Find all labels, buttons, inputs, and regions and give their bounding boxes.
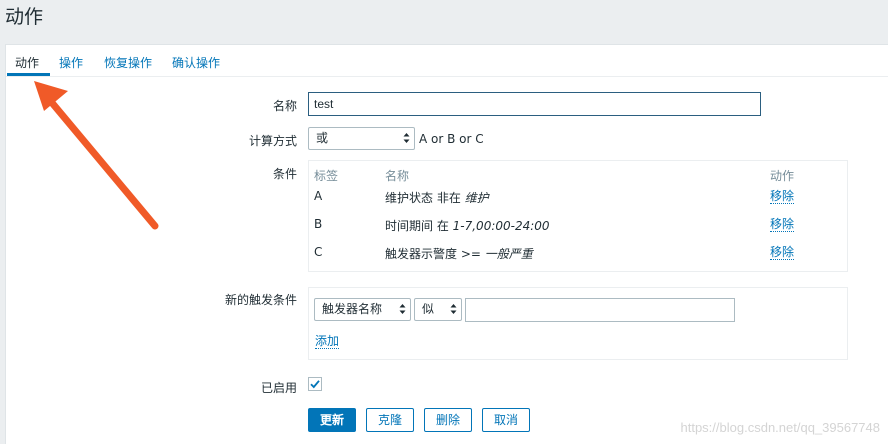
update-button[interactable]: 更新 <box>308 408 356 432</box>
calculation-select[interactable]: 或 <box>308 127 415 150</box>
conditions-label: 条件 <box>272 167 297 181</box>
condition-name-a: 维护状态 非在 维护 <box>385 191 489 205</box>
condition-value-input[interactable] <box>465 298 735 322</box>
clone-button[interactable]: 克隆 <box>366 408 414 432</box>
enabled-label: 已启用 <box>260 381 297 395</box>
new-condition-label: 新的触发条件 <box>224 293 297 307</box>
remove-condition-c-link[interactable]: 移除 <box>770 245 795 260</box>
condition-name-b: 时间期间 在 1-7,00:00-24:00 <box>385 219 550 233</box>
enabled-checkbox[interactable] <box>308 377 322 391</box>
name-label: 名称 <box>272 99 297 113</box>
conditions-table: 标签 名称 动作 A 维护状态 非在 维护 移除 B 时间期间 在 1-7,00… <box>308 160 848 272</box>
remove-condition-a-link[interactable]: 移除 <box>770 189 795 204</box>
condition-tag-a: A <box>314 189 323 203</box>
calculation-label: 计算方式 <box>248 134 297 148</box>
tab-action[interactable]: 动作 <box>15 54 39 71</box>
column-header-name: 名称 <box>385 169 410 183</box>
select-arrows-icon <box>399 304 406 314</box>
active-tab-indicator <box>7 73 50 76</box>
tab-recovery-operations[interactable]: 恢复操作 <box>104 54 152 71</box>
column-header-tag: 标签 <box>314 169 339 183</box>
condition-name-c: 触发器示警度 >= 一般严重 <box>385 247 533 261</box>
calculation-select-value: 或 <box>316 131 329 145</box>
tab-bar: 动作 操作 恢复操作 确认操作 <box>6 45 888 77</box>
watermark: https://blog.csdn.net/qq_39567748 <box>680 420 881 435</box>
tab-operations[interactable]: 操作 <box>59 54 83 71</box>
condition-type-value: 触发器名称 <box>322 302 383 316</box>
delete-button[interactable]: 删除 <box>424 408 472 432</box>
condition-tag-b: B <box>314 217 323 231</box>
condition-tag-c: C <box>314 245 323 259</box>
checkmark-icon <box>310 380 320 389</box>
cancel-button[interactable]: 取消 <box>482 408 530 432</box>
condition-type-select[interactable]: 触发器名称 <box>314 298 411 321</box>
column-header-action: 动作 <box>770 169 795 183</box>
remove-condition-b-link[interactable]: 移除 <box>770 217 795 232</box>
name-input[interactable] <box>308 92 761 116</box>
select-arrows-icon <box>450 304 457 314</box>
new-condition-box: 触发器名称 似 添加 <box>308 287 848 360</box>
action-form-container: 动作 操作 恢复操作 确认操作 名称 计算方式 或 A or B or C 条件… <box>5 44 888 444</box>
calculation-formula: A or B or C <box>419 132 484 146</box>
add-condition-link[interactable]: 添加 <box>315 334 340 349</box>
condition-operator-value: 似 <box>422 302 435 316</box>
tab-acknowledge-operations[interactable]: 确认操作 <box>172 54 220 71</box>
condition-operator-select[interactable]: 似 <box>414 298 462 321</box>
select-arrows-icon <box>403 133 410 143</box>
page-title: 动作 <box>5 6 44 28</box>
